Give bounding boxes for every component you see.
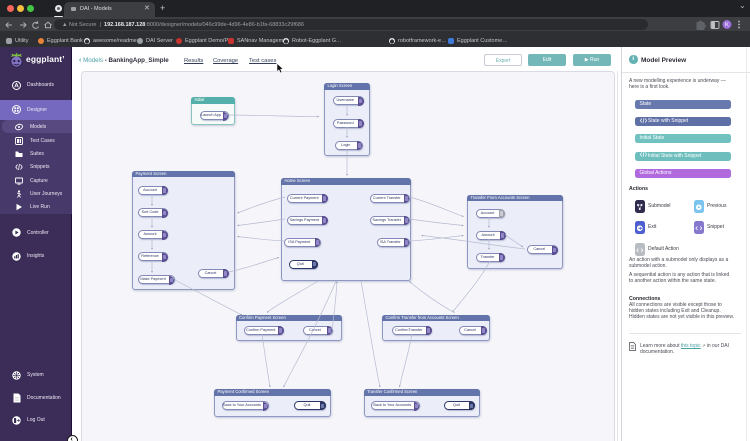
svg-text:K: K [725,23,729,29]
